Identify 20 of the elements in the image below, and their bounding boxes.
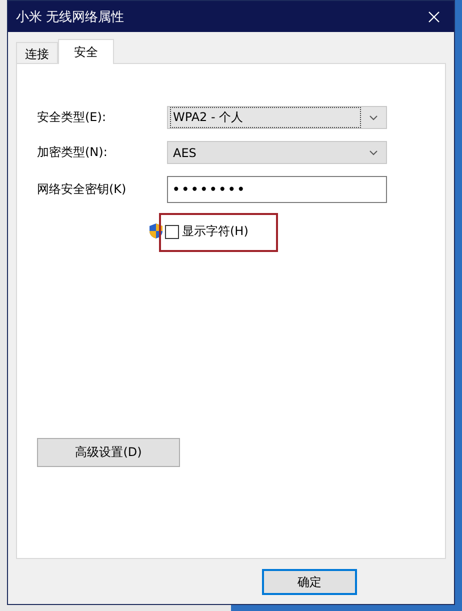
field-label: 安全类型(E): (37, 109, 107, 126)
shield-icon (149, 222, 163, 238)
tab[interactable]: 连接 (16, 42, 58, 63)
advanced-settings-button[interactable]: 高级设置(D) (37, 438, 180, 467)
field-label: 网络安全密钥(K) (37, 181, 128, 198)
window-title: 小米 无线网络属性 (16, 8, 124, 26)
dropdown-value: AES (172, 144, 198, 162)
field-label: 加密类型(N): (37, 144, 108, 161)
checkbox[interactable] (165, 224, 179, 238)
chevron-icon (369, 114, 378, 120)
password-value: •••••••• (172, 182, 246, 198)
show-characters-checkbox[interactable]: 显示字符(H) (165, 223, 248, 240)
dropdown[interactable]: AES (167, 141, 387, 164)
dropdown[interactable]: WPA2 - 个人 (167, 106, 387, 129)
dropdown-value: WPA2 - 个人 (170, 107, 361, 128)
close-icon[interactable] (428, 10, 440, 22)
tab[interactable]: 安全 (58, 39, 114, 64)
ok-button[interactable]: 确定 (262, 569, 357, 595)
chevron-icon (369, 150, 378, 156)
password-field[interactable]: •••••••• (167, 176, 387, 203)
